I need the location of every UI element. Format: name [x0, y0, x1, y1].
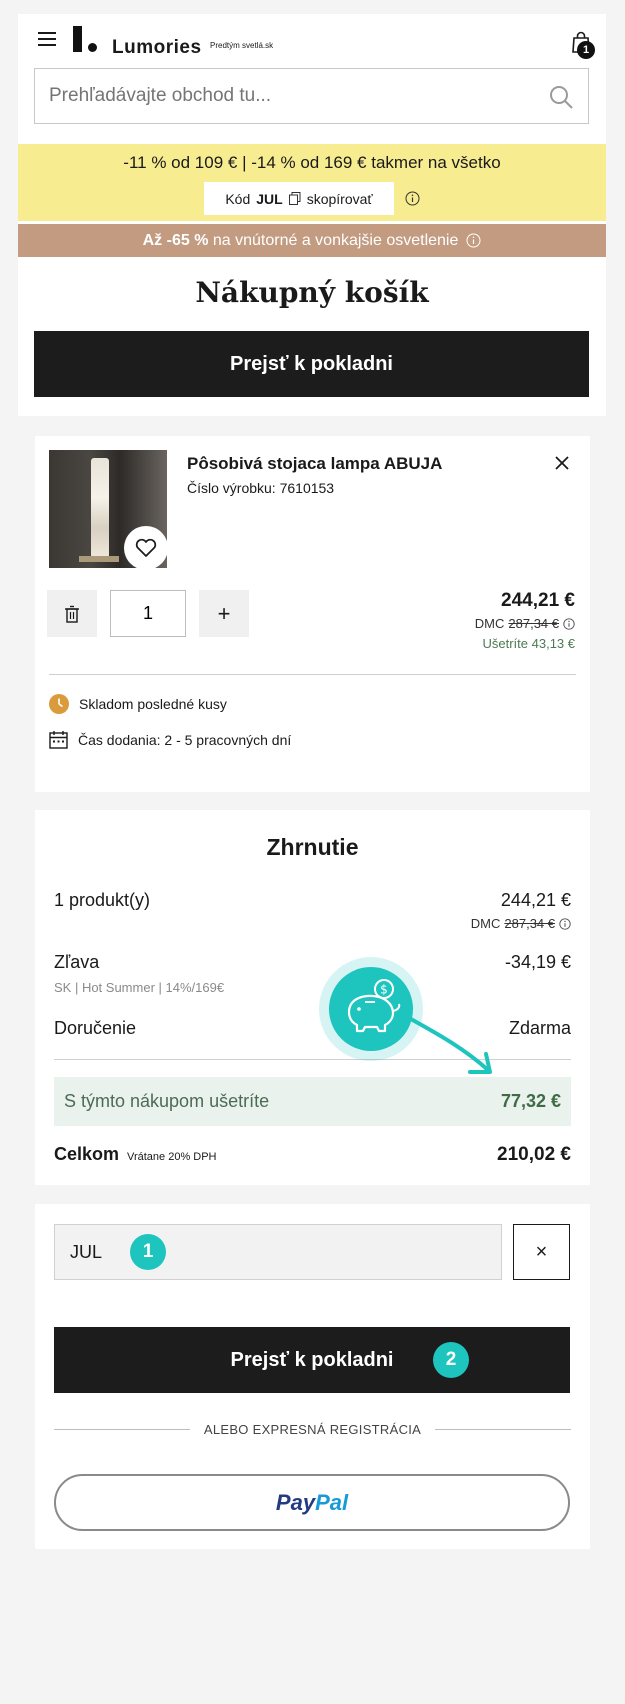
- step-marker-1: 1: [130, 1234, 166, 1270]
- remove-item-icon[interactable]: [554, 455, 570, 471]
- promo-offer-text: -11 % od 109 € | -14 % od 169 € takmer n…: [123, 153, 501, 172]
- divider: [49, 674, 576, 675]
- total-text: Celkom: [54, 1144, 120, 1164]
- item-price: 244,21 €: [501, 590, 575, 611]
- dmc-price: 287,34 €: [508, 616, 559, 631]
- products-subtotal: 244,21 €: [500, 890, 571, 910]
- logo-text[interactable]: Lumories: [112, 37, 202, 59]
- wishlist-button[interactable]: [124, 526, 167, 568]
- item-dmc-price: DMC 287,34 €: [475, 616, 575, 631]
- item-savings: Ušetríte 43,13 €: [482, 636, 576, 651]
- paypal-button[interactable]: Pay Pal: [54, 1474, 570, 1531]
- search-icon[interactable]: [548, 84, 574, 110]
- search-input[interactable]: [49, 85, 529, 107]
- info-icon[interactable]: [466, 233, 481, 248]
- product-image[interactable]: [49, 450, 167, 568]
- savings-label: S týmto nákupom ušetríte: [64, 1091, 270, 1111]
- promo-code-box[interactable]: Kód JUL skopírovať: [204, 182, 394, 215]
- vat-note: Vrátane 20% DPH: [127, 1151, 217, 1163]
- checkout-button-bottom[interactable]: Prejsť k pokladni: [54, 1327, 570, 1393]
- checkout-section: 1 × Prejsť k pokladni 2 ALEBO EXPRESNÁ R…: [35, 1204, 590, 1549]
- stock-status: Skladom posledné kusy: [49, 694, 227, 714]
- checkout-button-label: Prejsť k pokladni: [230, 1348, 394, 1371]
- logo-dot: [88, 43, 97, 52]
- arrow-decoration: [400, 1012, 492, 1074]
- logo-tagline: Predtým svetlá.sk: [210, 41, 274, 50]
- promo-banner: -11 % od 109 € | -14 % od 169 € takmer n…: [18, 144, 606, 221]
- trash-icon: [65, 605, 79, 623]
- menu-icon[interactable]: [38, 32, 56, 46]
- increase-quantity-button[interactable]: +: [199, 590, 249, 637]
- coupon-input[interactable]: [54, 1224, 502, 1280]
- copy-code-link[interactable]: skopírovať: [307, 191, 373, 207]
- discount-detail: SK | Hot Summer | 14%/169€: [54, 980, 225, 995]
- delivery-label: Doručenie: [54, 1018, 137, 1038]
- discount-label: Zľava: [54, 952, 100, 972]
- dmc-price: 287,34 €: [504, 916, 555, 931]
- delivery-text: Čas dodania: 2 - 5 pracovných dní: [78, 731, 292, 748]
- copy-icon[interactable]: [288, 192, 301, 205]
- info-icon[interactable]: [405, 191, 420, 206]
- lamp-base-image: [79, 556, 119, 562]
- quantity-input[interactable]: [110, 590, 186, 637]
- savings-value: 77,32 €: [500, 1091, 561, 1111]
- clear-coupon-button[interactable]: ×: [513, 1224, 570, 1280]
- order-summary: Zhrnutie 1 produkt(y) 244,21 € DMC 287,3…: [35, 810, 590, 1185]
- clock-icon: [49, 694, 69, 714]
- products-count-label: 1 produkt(y): [54, 890, 151, 910]
- product-name[interactable]: Pôsobivá stojaca lampa ABUJA: [187, 454, 442, 474]
- promo-code-label: Kód: [225, 190, 251, 207]
- cart-count-badge: 1: [577, 41, 595, 59]
- page-title: Nákupný košík: [195, 276, 429, 309]
- express-registration-text: ALEBO EXPRESNÁ REGISTRÁCIA: [203, 1422, 422, 1437]
- total-value: 210,02 €: [497, 1144, 571, 1165]
- svg-text:$: $: [380, 983, 388, 997]
- cart-item: Pôsobivá stojaca lampa ABUJA Číslo výrob…: [35, 436, 590, 792]
- sale-banner-bold: Až -65 %: [142, 231, 209, 249]
- divider-line: [54, 1429, 190, 1430]
- checkout-button-top[interactable]: Prejsť k pokladni: [34, 331, 589, 397]
- calendar-icon: [49, 731, 68, 749]
- info-icon[interactable]: [559, 917, 571, 930]
- express-registration-divider: ALEBO EXPRESNÁ REGISTRÁCIA: [54, 1422, 571, 1437]
- info-icon[interactable]: [563, 617, 575, 630]
- product-sku: Číslo výrobku: 7610153: [187, 480, 335, 496]
- paypal-logo-part1: Pay: [275, 1489, 316, 1515]
- lamp-image: [91, 458, 109, 558]
- delete-button[interactable]: [47, 590, 97, 637]
- heart-icon: [135, 538, 157, 557]
- search-box[interactable]: [34, 68, 589, 124]
- discount-value: -34,19 €: [504, 952, 571, 972]
- close-icon: ×: [535, 1240, 548, 1263]
- dmc-label: DMC: [474, 616, 505, 631]
- stock-text: Skladom posledné kusy: [79, 696, 227, 712]
- step-marker-2: 2: [433, 1342, 469, 1378]
- delivery-time: Čas dodania: 2 - 5 pracovných dní: [49, 730, 291, 749]
- promo-code-value: JUL: [256, 190, 283, 207]
- sale-banner[interactable]: Až -65 % na vnútorné a vonkajšie osvetle…: [18, 224, 606, 257]
- divider-line: [435, 1429, 571, 1430]
- dmc-label: DMC: [470, 916, 501, 931]
- delivery-value: Zdarma: [508, 1018, 571, 1038]
- summary-dmc: DMC 287,34 €: [471, 916, 571, 931]
- paypal-logo-part2: Pal: [315, 1489, 349, 1515]
- total-label: Celkom Vrátane 20% DPH: [54, 1144, 217, 1165]
- logo-mark[interactable]: [73, 26, 82, 52]
- header-section: Lumories Predtým svetlá.sk 1 -11 % od 10…: [18, 14, 606, 416]
- sale-banner-text: na vnútorné a vonkajšie osvetlenie: [212, 231, 459, 249]
- summary-title: Zhrnutie: [266, 834, 359, 860]
